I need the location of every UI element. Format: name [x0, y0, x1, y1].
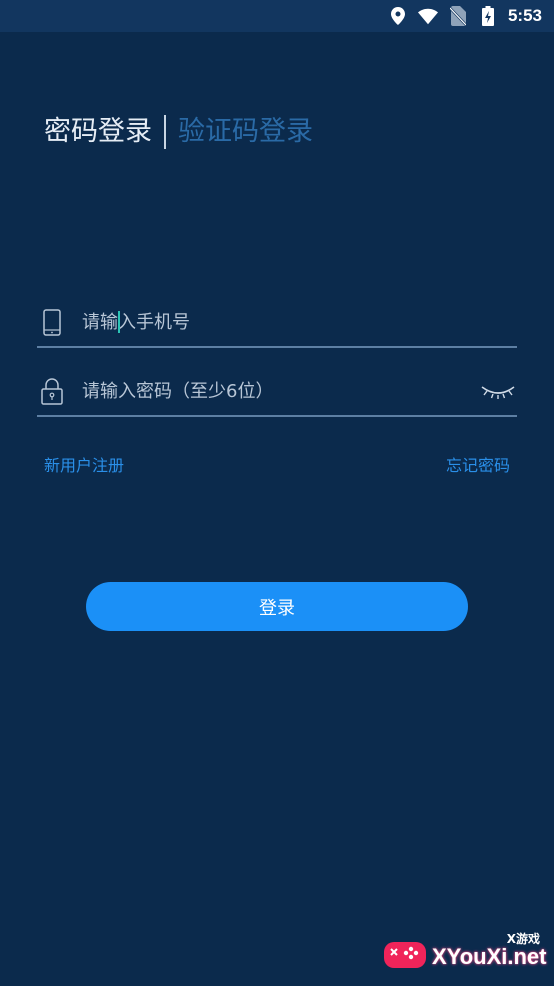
- text-cursor: [118, 311, 120, 333]
- phone-input[interactable]: [82, 302, 517, 342]
- status-time: 5:53: [507, 6, 542, 25]
- location-icon: [388, 6, 408, 26]
- tab-password-login[interactable]: 密码登录: [44, 112, 152, 152]
- tab-sms-code-login[interactable]: 验证码登录: [178, 112, 313, 152]
- watermark: X游戏 XYouXi.net: [382, 928, 550, 982]
- phone-field: [37, 298, 517, 348]
- password-input[interactable]: [82, 371, 479, 411]
- tab-divider: [164, 115, 166, 149]
- password-field: [37, 367, 517, 417]
- eye-closed-icon[interactable]: [479, 380, 517, 402]
- watermark-main-text: XYouXi.net: [432, 944, 547, 969]
- battery-charging-icon: [478, 6, 498, 26]
- forgot-password-link[interactable]: 忘记密码: [446, 455, 510, 477]
- login-mode-tabs: 密码登录 验证码登录: [44, 112, 313, 152]
- watermark-text: X游戏 XYouXi.net: [432, 928, 550, 982]
- gamepad-logo-icon: [382, 932, 428, 978]
- wifi-icon: [417, 6, 438, 26]
- login-screen: 5:53 密码登录 验证码登录 新用户注册 忘记密码 登录: [0, 0, 554, 986]
- phone-icon: [39, 307, 65, 337]
- status-bar: 5:53: [0, 0, 554, 32]
- no-sim-icon: [448, 6, 468, 26]
- login-button[interactable]: 登录: [86, 582, 468, 631]
- lock-icon: [39, 376, 65, 406]
- register-link[interactable]: 新用户注册: [44, 455, 124, 477]
